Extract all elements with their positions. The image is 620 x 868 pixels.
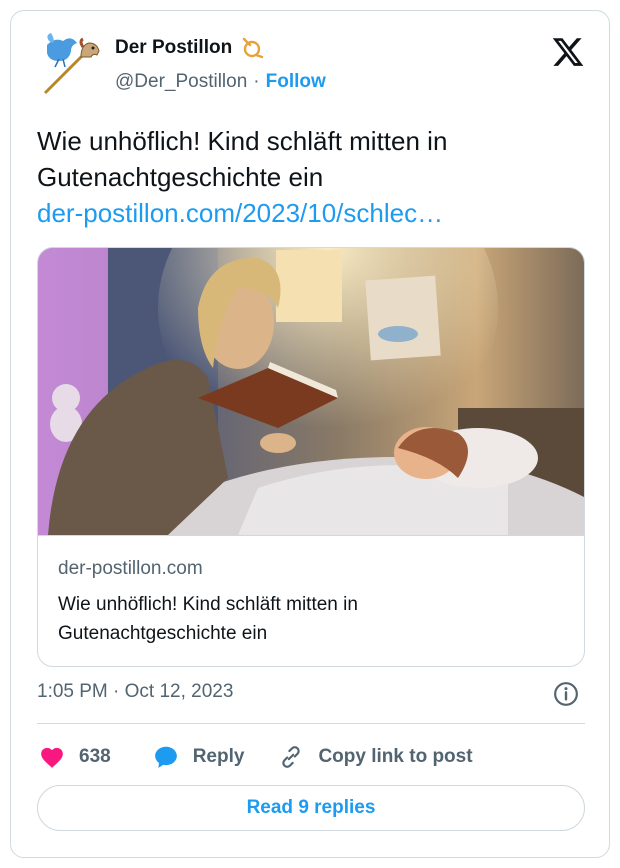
- info-icon[interactable]: [553, 681, 579, 707]
- copy-link-label: Copy link to post: [318, 746, 473, 767]
- heart-icon: [41, 747, 63, 768]
- post-horn-icon: [242, 37, 264, 59]
- link-preview-card[interactable]: der-postillon.com Wie unhöflich! Kind sc…: [37, 247, 585, 667]
- handle-separator: ·: [253, 71, 260, 92]
- speech-bubble-icon: [154, 746, 177, 768]
- bedtime-story-photo: [38, 248, 584, 535]
- author-handle[interactable]: @Der_Postillon: [115, 71, 247, 93]
- x-logo-icon[interactable]: [551, 35, 585, 69]
- tweet-card: Der Postillon @Der_Postillon · Follow Wi…: [10, 10, 610, 858]
- tweet-body: Wie unhöflich! Kind schläft mitten in Gu…: [37, 126, 448, 192]
- follow-button[interactable]: Follow: [266, 71, 326, 93]
- link-domain: der-postillon.com: [58, 558, 203, 579]
- actions-divider: [37, 723, 585, 724]
- link-icon: [282, 746, 301, 768]
- like-button[interactable]: 638: [39, 745, 111, 769]
- like-count: 638: [79, 746, 111, 767]
- read-replies-button[interactable]: Read 9 replies: [37, 785, 585, 831]
- action-bar: 638 Reply Copy link to post: [37, 739, 473, 775]
- reply-button[interactable]: Reply: [153, 744, 245, 770]
- reply-label: Reply: [192, 746, 245, 767]
- author-name[interactable]: Der Postillon: [115, 37, 232, 59]
- link-title: Wie unhöflich! Kind schläft mitten in Gu…: [58, 594, 358, 644]
- timestamp[interactable]: 1:05 PM · Oct 12, 2023: [37, 681, 233, 703]
- avatar[interactable]: [37, 31, 105, 99]
- copy-link-button[interactable]: Copy link to post: [278, 744, 473, 770]
- link-card-divider: [38, 535, 584, 536]
- tweet-text: Wie unhöflich! Kind schläft mitten in Gu…: [37, 123, 597, 231]
- tweet-link[interactable]: der-postillon.com/2023/10/schlec…: [37, 195, 597, 231]
